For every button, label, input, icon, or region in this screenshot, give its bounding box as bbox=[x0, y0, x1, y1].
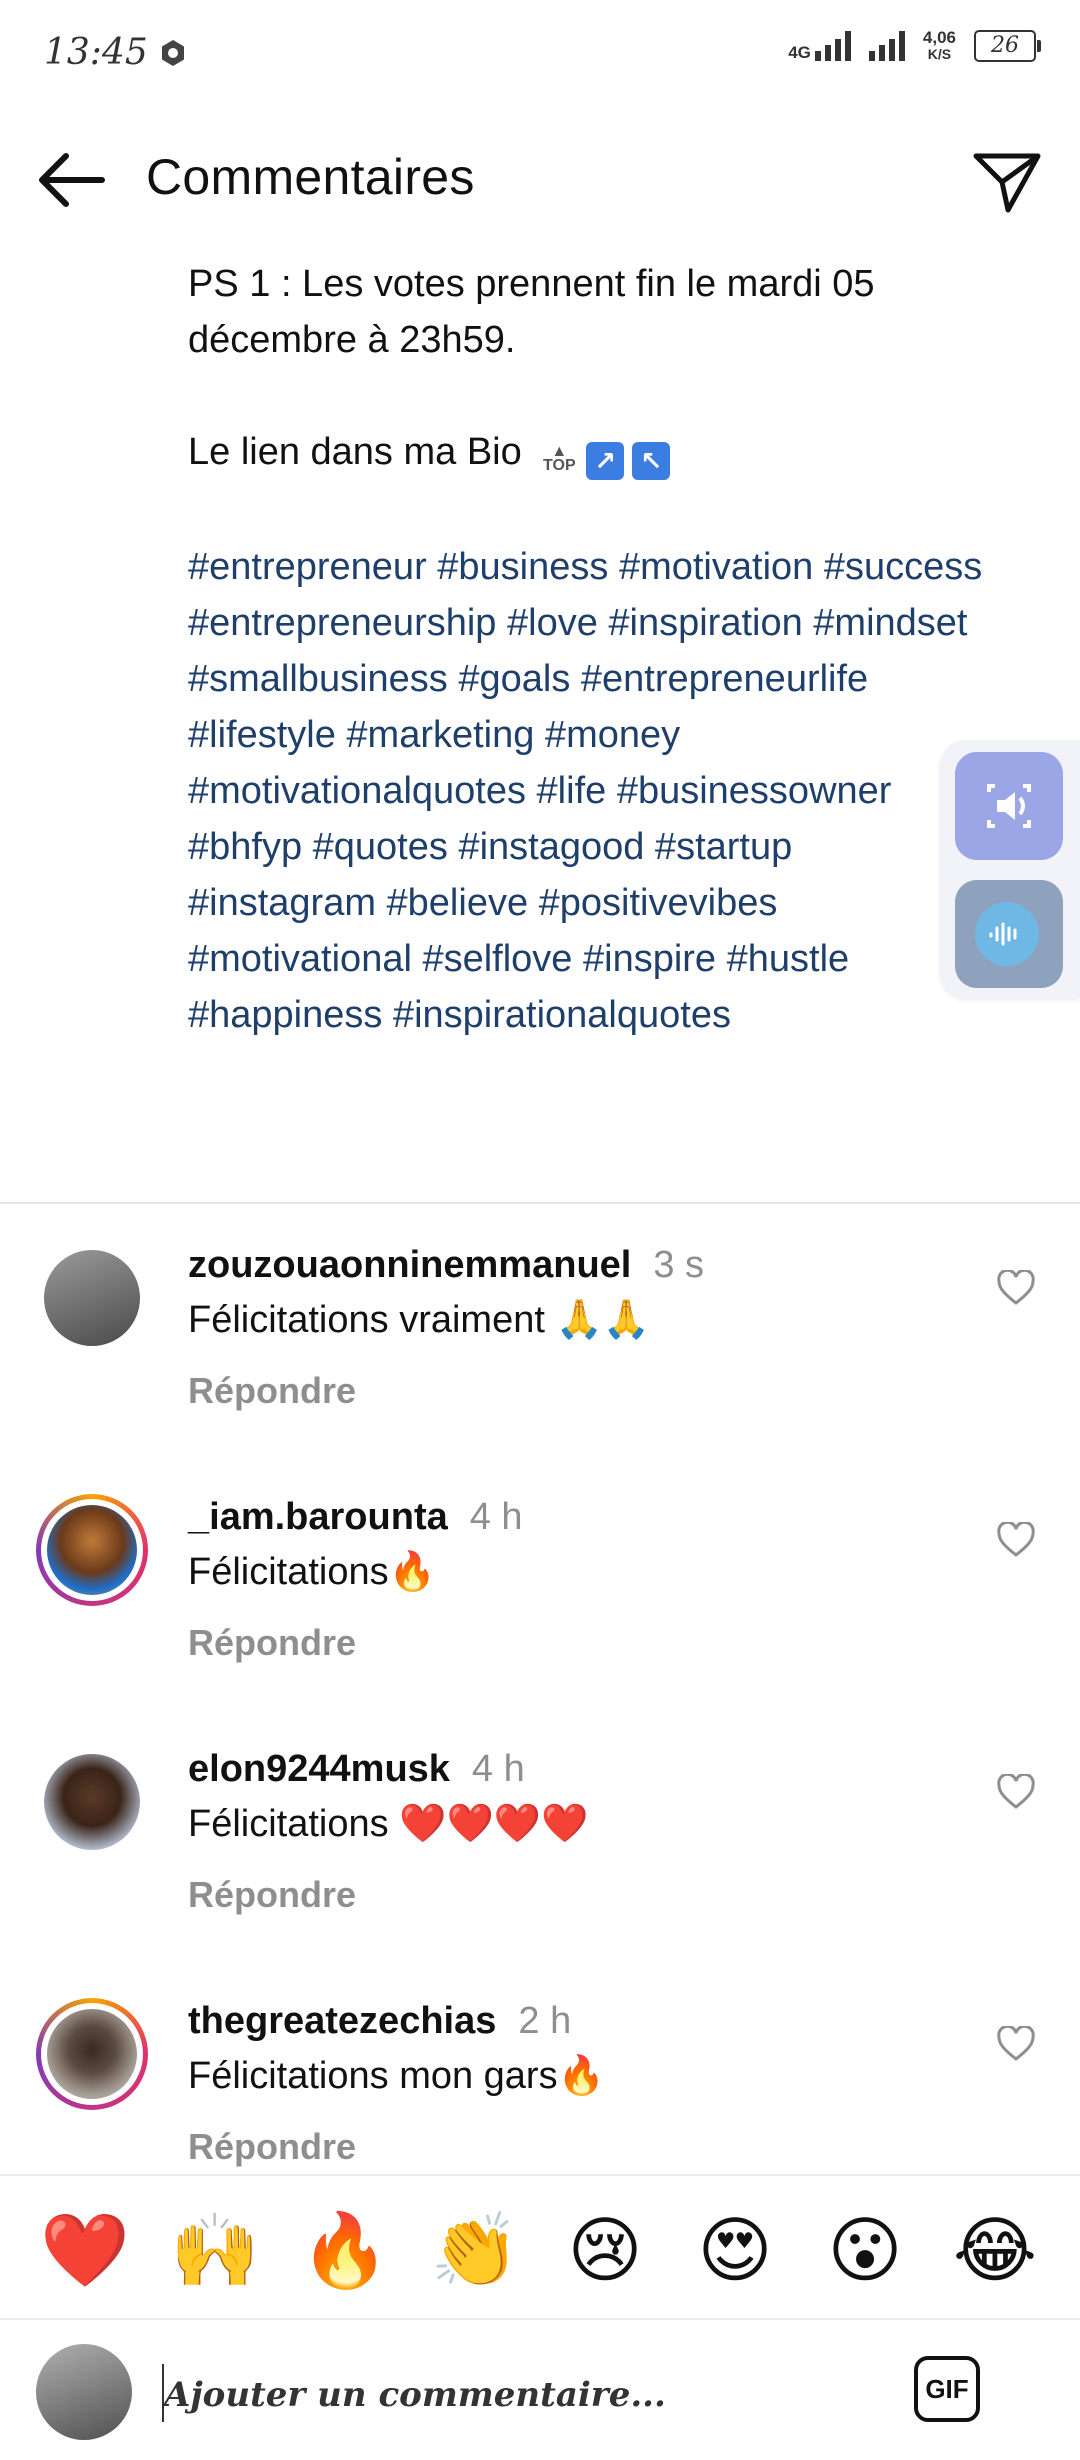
comment-input[interactable] bbox=[164, 2370, 884, 2420]
reply-button[interactable]: Répondre bbox=[188, 1370, 356, 1412]
caption-bio-line: Le lien dans ma Bio ▲ TOP ↗ ↖ bbox=[188, 424, 988, 483]
reply-button[interactable]: Répondre bbox=[188, 1874, 356, 1916]
avatar-story-ring[interactable] bbox=[36, 1494, 148, 1606]
page-title: Commentaires bbox=[146, 149, 475, 205]
comment-author[interactable]: zouzouaonninemmanuel 3 s bbox=[188, 1244, 704, 1287]
top-arrow-emoji-icon: ▲ TOP bbox=[543, 443, 576, 474]
heart-icon[interactable] bbox=[996, 1774, 1036, 1810]
comment-author[interactable]: elon9244musk 4 h bbox=[188, 1748, 525, 1791]
comment-item: elon9244musk 4 h Félicitations ❤️❤️❤️❤️ R… bbox=[0, 1748, 1080, 1998]
voice-assistant-icon[interactable] bbox=[955, 880, 1063, 988]
heart-icon[interactable] bbox=[996, 1522, 1036, 1558]
comment-item: zouzouaonninemmanuel 3 s Félicitations vr… bbox=[0, 1244, 1080, 1494]
emoji-surprised-icon[interactable]: 😮 bbox=[820, 2206, 910, 2296]
battery-icon: 26 bbox=[974, 30, 1041, 62]
avatar[interactable] bbox=[44, 1250, 140, 1346]
avatar[interactable] bbox=[44, 1754, 140, 1850]
emoji-crying-icon[interactable]: 😢 bbox=[560, 2206, 650, 2296]
reply-button[interactable]: Répondre bbox=[188, 2126, 356, 2168]
comment-text: Félicitations🔥 bbox=[188, 1551, 436, 1593]
emoji-heart-icon[interactable]: ❤️ bbox=[40, 2206, 130, 2296]
send-paper-plane-icon[interactable] bbox=[970, 146, 1044, 216]
heart-icon[interactable] bbox=[996, 2026, 1036, 2062]
comment-time: 3 s bbox=[653, 1244, 705, 1286]
heart-icon[interactable] bbox=[996, 1270, 1036, 1306]
network-speed: 4,06 K/S bbox=[922, 28, 956, 62]
comment-text: Félicitations ❤️❤️❤️❤️ bbox=[188, 1803, 589, 1845]
gif-button[interactable]: GIF bbox=[914, 2356, 980, 2422]
reply-button[interactable]: Répondre bbox=[188, 1622, 356, 1664]
comment-author[interactable]: _iam.barounta 4 h bbox=[188, 1496, 523, 1539]
comment-text: Félicitations mon gars🔥 bbox=[188, 2055, 605, 2097]
status-icons: 4G 4,06 K/S 26 bbox=[788, 28, 1041, 62]
emoji-heart-eyes-icon[interactable]: 😍 bbox=[690, 2206, 780, 2296]
comment-text: Félicitations vraiment 🙏🙏 bbox=[188, 1299, 651, 1341]
emoji-clap-icon[interactable]: 👏 bbox=[430, 2206, 520, 2296]
emoji-laughing-icon[interactable]: 😂 bbox=[950, 2206, 1040, 2296]
quick-emoji-bar: ❤️ 🙌 🔥 👏 😢 😍 😮 😂 bbox=[0, 2174, 1080, 2320]
avatar-story-ring[interactable] bbox=[36, 1998, 148, 2110]
my-avatar bbox=[36, 2344, 132, 2440]
status-time: 13:45 bbox=[44, 32, 148, 73]
up-right-arrow-emoji-icon: ↗ bbox=[586, 442, 625, 480]
up-left-arrow-emoji-icon: ↖ bbox=[632, 442, 671, 480]
network-type: 4G bbox=[788, 43, 811, 62]
signal-icon bbox=[814, 31, 851, 61]
caption-hashtags[interactable]: #entrepreneur #business #motivation #suc… bbox=[188, 539, 988, 1043]
settings-gear-icon bbox=[162, 40, 184, 66]
comment-time: 2 h bbox=[518, 2000, 572, 2042]
comment-time: 4 h bbox=[469, 1496, 523, 1538]
back-arrow-icon[interactable] bbox=[36, 148, 108, 212]
comment-author[interactable]: thegreatezechias 2 h bbox=[188, 2000, 571, 2043]
post-caption: PS 1 : Les votes prennent fin le mardi 0… bbox=[188, 256, 988, 1043]
caption-line: PS 1 : Les votes prennent fin le mardi 0… bbox=[188, 263, 875, 361]
comment-time: 4 h bbox=[471, 1748, 525, 1790]
emoji-raised-hands-icon[interactable]: 🙌 bbox=[170, 2206, 260, 2296]
sound-screen-icon[interactable] bbox=[955, 752, 1063, 860]
emoji-fire-icon[interactable]: 🔥 bbox=[300, 2206, 390, 2296]
comment-item: _iam.barounta 4 h Félicitations🔥 Répondre bbox=[0, 1494, 1080, 1746]
divider bbox=[0, 1202, 1080, 1204]
signal-2-icon bbox=[868, 31, 905, 61]
